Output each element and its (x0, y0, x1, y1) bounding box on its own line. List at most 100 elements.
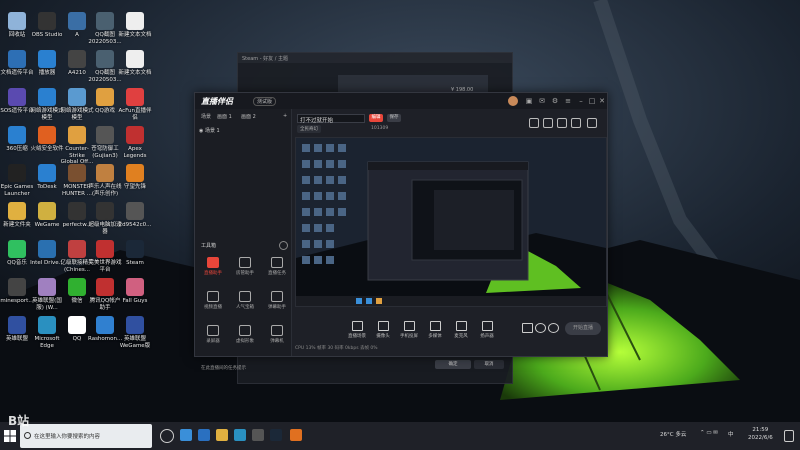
toolbox-item[interactable]: 直播助手 (199, 257, 227, 276)
desktop-icon[interactable]: Epic Games Launcher (0, 164, 34, 197)
desktop-icon[interactable]: 守望先锋 (118, 164, 152, 191)
app-titlebar[interactable]: 直播伴侣 测试版 ▣ ✉ ⚙ ≡ – □ ✕ (195, 93, 607, 109)
desktop-icon[interactable]: Apex Legends (118, 126, 152, 159)
eye-icon[interactable]: ◉ (199, 128, 203, 134)
toolbox-item[interactable]: 弹幕机 (263, 325, 291, 344)
background-window-confirm-button[interactable]: 确定 (435, 360, 471, 369)
desktop-icon[interactable]: QQ截图20220503... (88, 50, 122, 83)
task-view-icon[interactable] (160, 429, 174, 443)
desktop-icon[interactable]: 英雄联盟 (0, 316, 34, 343)
desktop-icon[interactable]: 完美世界游戏平台 (88, 240, 122, 273)
mail-icon[interactable] (198, 429, 210, 441)
sidebar-footer-text[interactable]: 在此直播间的任务提示 (201, 365, 246, 371)
source-control[interactable]: 手机投屏 (397, 321, 421, 339)
screenshot-icon[interactable] (529, 118, 539, 128)
desktop-icon[interactable]: OBS Studio (30, 12, 64, 39)
desktop-icon[interactable]: 腾讯QQ帐户助手 (88, 278, 122, 311)
desktop-icon[interactable]: minesport... (0, 278, 34, 305)
source-control[interactable]: 多媒体 (423, 321, 447, 339)
minimize-icon[interactable]: – (577, 97, 585, 105)
tab-add-button[interactable]: + (283, 113, 287, 119)
desktop-icon[interactable]: 文档遗传平台 (0, 50, 34, 77)
layout-icon[interactable] (543, 118, 553, 128)
close-icon[interactable]: ✕ (598, 97, 606, 105)
desktop-icon[interactable]: 新建文本文档 (118, 12, 152, 39)
streaming-app-taskbar-icon[interactable] (290, 429, 302, 441)
desktop-icon[interactable]: 英雄联盟WeGame版 (118, 316, 152, 349)
language-indicator[interactable]: 中 (728, 430, 734, 438)
background-window-cancel-button[interactable]: 取消 (474, 360, 504, 369)
avatar[interactable] (508, 96, 518, 106)
desktop-icon[interactable]: WeGame (30, 202, 64, 229)
desktop-icon[interactable]: QQ游戏 (88, 88, 122, 115)
desktop-icon[interactable]: 2d9542c0... (118, 202, 152, 229)
desktop-icon[interactable]: QQ音乐 (0, 240, 34, 267)
desktop-icon[interactable]: 英雄联盟(国服) (W... (30, 278, 64, 311)
folder-icon[interactable] (216, 429, 228, 441)
weather-text[interactable]: 26°C 多云 (660, 430, 686, 438)
desktop-icon[interactable]: 新建文件夹 (0, 202, 34, 229)
edit-button[interactable]: 编辑 (369, 114, 383, 122)
desktop-icon[interactable]: 回收站 (0, 12, 34, 39)
taskbar-search[interactable]: 在这里输入你要搜索的内容 (20, 424, 152, 448)
desktop-icon[interactable]: SOS遗传平台 (0, 88, 34, 115)
toolbox-item[interactable]: 弹幕助手 (263, 291, 291, 310)
tray-icons[interactable]: ⌃ ▭ ✉ (700, 430, 718, 436)
source-control[interactable]: 扬声器 (475, 321, 499, 339)
desktop-icon[interactable]: 360压缩 (0, 126, 34, 153)
streaming-app-window[interactable]: 直播伴侣 测试版 ▣ ✉ ⚙ ≡ – □ ✕ 场景 画面 1 画面 2 + ◉ … (194, 92, 608, 371)
desktop-icon[interactable]: 新建文本文档 (118, 50, 152, 77)
message-icon[interactable]: ✉ (538, 97, 546, 105)
save-button[interactable]: 保存 (387, 114, 401, 122)
stream-preview[interactable] (295, 137, 607, 307)
tab-screen-2[interactable]: 画面 2 (241, 113, 256, 120)
desktop-icon[interactable]: 声乐人声在线(声乐创作) (88, 164, 122, 197)
source-control[interactable]: 摄像头 (371, 321, 395, 339)
desktop-icon[interactable]: Intel Drive... (30, 240, 64, 267)
settings-icon[interactable]: ⚙ (551, 97, 559, 105)
desktop-icon[interactable]: 超级电脑加速器 (88, 202, 122, 235)
category-badge[interactable]: 全民奇幻 (297, 125, 321, 133)
source-control[interactable]: 麦克风 (449, 321, 473, 339)
file-explorer-icon[interactable] (180, 429, 192, 441)
desktop-icon[interactable]: AcFun直播伴侣 (118, 88, 152, 121)
desktop-icon[interactable]: 苍穹防御工(Gujian3) (88, 126, 122, 159)
edge-icon[interactable] (234, 429, 246, 441)
toolbox-item[interactable]: 直播任务 (263, 257, 291, 276)
desktop-icon[interactable]: Rashomon... (88, 316, 122, 343)
desktop-icon[interactable]: 网络游戏模式模型 (30, 88, 64, 121)
scene-item[interactable]: ◉ 场景 1 (199, 127, 220, 134)
live-title-input[interactable]: 打不过就开始 (297, 114, 365, 124)
toolbox-item[interactable]: 虚拟形象 (231, 325, 259, 344)
windows-start-icon[interactable] (4, 430, 16, 442)
notification-icon[interactable] (784, 430, 794, 442)
bell-icon[interactable] (571, 118, 581, 128)
version-badge[interactable]: 测试版 (253, 97, 277, 106)
desktop-icon[interactable]: QQ截图20220503... (88, 12, 122, 45)
tab-screen-1[interactable]: 画面 1 (217, 113, 232, 120)
obs-icon[interactable] (252, 429, 264, 441)
start-live-button[interactable]: 开始直播 (565, 322, 601, 335)
source-control[interactable]: 直播场景 (345, 321, 369, 339)
share-icon[interactable] (587, 118, 597, 128)
toolbox-item[interactable]: 房管助手 (231, 257, 259, 276)
toolbox-item[interactable]: 人气宝箱 (231, 291, 259, 310)
desktop-icon[interactable]: 火绒安全软件 (30, 126, 64, 153)
desktop-icon[interactable]: ToDesk (30, 164, 64, 191)
desktop-icon[interactable]: 播放器 (30, 50, 64, 77)
steam-icon[interactable] (270, 429, 282, 441)
toolbox-item[interactable]: 视频直播 (199, 291, 227, 310)
desktop-icon-label: 播放器 (38, 70, 56, 76)
desktop-icon[interactable]: Microsoft Edge (30, 316, 64, 349)
clock[interactable]: 21:59 2022/6/6 (748, 426, 773, 442)
gear-icon[interactable] (541, 323, 565, 335)
menu-icon[interactable]: ≡ (564, 97, 572, 105)
toolbox-add-icon[interactable] (279, 241, 288, 250)
gift-icon[interactable]: ▣ (525, 97, 533, 105)
desktop-icon[interactable]: Fall Guys (118, 278, 152, 305)
lock-icon[interactable] (557, 118, 567, 128)
maximize-icon[interactable]: □ (588, 97, 596, 105)
desktop-icon[interactable]: Steam (118, 240, 152, 267)
toolbox-item[interactable]: 录屏器 (199, 325, 227, 344)
tab-scene[interactable]: 场景 (201, 113, 211, 120)
